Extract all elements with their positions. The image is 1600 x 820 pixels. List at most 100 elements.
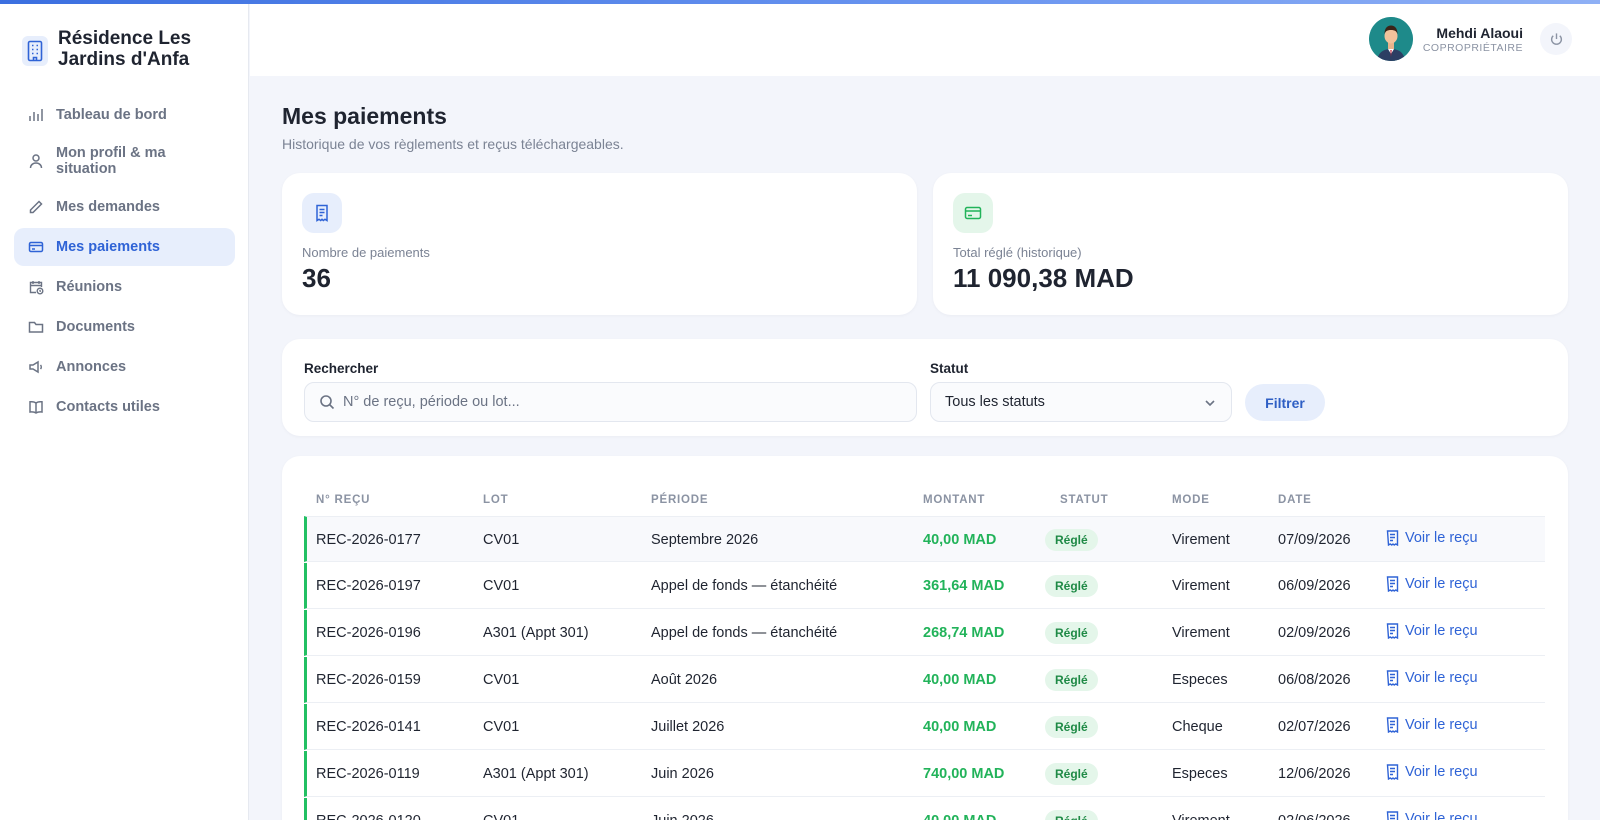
receipt-icon bbox=[1386, 811, 1399, 820]
receipt-icon bbox=[1386, 576, 1399, 592]
stat-card-total: Total réglé (historique) 11 090,38 MAD bbox=[933, 173, 1568, 315]
view-receipt-label: Voir le reçu bbox=[1405, 530, 1478, 546]
table-row[interactable]: REC-2026-0196 A301 (Appt 301) Appel de f… bbox=[304, 610, 1545, 656]
user-role: COPROPRIÉTAIRE bbox=[1422, 42, 1523, 54]
sidebar-item-label: Réunions bbox=[56, 279, 123, 295]
amount: 361,64 MAD bbox=[923, 578, 1005, 594]
receipt-icon bbox=[1386, 530, 1399, 546]
sidebar-item-reunions[interactable]: Réunions bbox=[14, 268, 235, 306]
view-receipt-link[interactable]: Voir le reçu bbox=[1386, 764, 1478, 780]
amount: 40,00 MAD bbox=[923, 672, 997, 688]
avatar[interactable] bbox=[1369, 17, 1413, 61]
payment-mode: Cheque bbox=[1172, 719, 1223, 735]
column-header-period[interactable]: PÉRIODE bbox=[651, 494, 708, 506]
page-title: Mes paiements bbox=[282, 103, 447, 129]
book-icon bbox=[29, 400, 43, 414]
sidebar-item-paiements[interactable]: Mes paiements bbox=[14, 228, 235, 266]
status-badge: Réglé bbox=[1045, 622, 1098, 644]
view-receipt-link[interactable]: Voir le reçu bbox=[1386, 623, 1478, 639]
top-accent-bar bbox=[0, 0, 1600, 4]
sidebar-nav: Tableau de bord Mon profil & ma situatio… bbox=[14, 96, 235, 428]
amount: 40,00 MAD bbox=[923, 532, 997, 548]
payments-table: N° REÇU LOT PÉRIODE MONTANT STATUT MODE … bbox=[282, 456, 1568, 820]
payment-mode: Virement bbox=[1172, 813, 1230, 820]
sidebar: Résidence Les Jardins d'Anfa Tableau de … bbox=[0, 4, 249, 820]
view-receipt-link[interactable]: Voir le reçu bbox=[1386, 811, 1478, 820]
sidebar-item-contacts[interactable]: Contacts utiles bbox=[14, 388, 235, 426]
search-input[interactable] bbox=[343, 394, 903, 410]
chevron-down-icon bbox=[1205, 400, 1215, 407]
column-header-amount[interactable]: MONTANT bbox=[923, 494, 985, 506]
amount: 40,00 MAD bbox=[923, 719, 997, 735]
table-row[interactable]: REC-2026-0177 CV01 Septembre 2026 40,00 … bbox=[304, 516, 1545, 562]
period: Août 2026 bbox=[651, 672, 718, 688]
logout-button[interactable] bbox=[1540, 23, 1572, 55]
filter-button[interactable]: Filtrer bbox=[1245, 384, 1325, 421]
table-row[interactable]: REC-2026-0119 A301 (Appt 301) Juin 2026 … bbox=[304, 751, 1545, 797]
sidebar-item-label: Annonces bbox=[56, 359, 127, 375]
sidebar-item-documents[interactable]: Documents bbox=[14, 308, 235, 346]
sidebar-item-label: Mes paiements bbox=[56, 239, 160, 255]
period: Juin 2026 bbox=[651, 813, 714, 820]
view-receipt-link[interactable]: Voir le reçu bbox=[1386, 530, 1478, 546]
user-name: Mehdi Alaoui bbox=[1436, 25, 1523, 41]
sidebar-item-tableau-de-bord[interactable]: Tableau de bord bbox=[14, 96, 235, 134]
table-row[interactable]: REC-2026-0141 CV01 Juillet 2026 40,00 MA… bbox=[304, 704, 1545, 750]
credit-card-icon bbox=[953, 193, 993, 233]
period: Appel de fonds — étanchéité bbox=[651, 578, 838, 594]
table-row[interactable]: REC-2026-0197 CV01 Appel de fonds — étan… bbox=[304, 563, 1545, 609]
view-receipt-label: Voir le reçu bbox=[1405, 670, 1478, 686]
receipt-icon bbox=[302, 193, 342, 233]
column-header-mode[interactable]: MODE bbox=[1172, 494, 1210, 506]
lot: CV01 bbox=[483, 813, 519, 820]
status-badge: Réglé bbox=[1045, 716, 1098, 738]
building-icon bbox=[22, 36, 48, 66]
sidebar-item-profil[interactable]: Mon profil & ma situation bbox=[14, 136, 235, 186]
view-receipt-label: Voir le reçu bbox=[1405, 576, 1478, 592]
column-header-date[interactable]: DATE bbox=[1278, 494, 1312, 506]
column-header-lot[interactable]: LOT bbox=[483, 494, 508, 506]
sidebar-item-demandes[interactable]: Mes demandes bbox=[14, 188, 235, 226]
status-badge: Réglé bbox=[1045, 810, 1098, 820]
view-receipt-label: Voir le reçu bbox=[1405, 811, 1478, 820]
brand[interactable]: Résidence Les Jardins d'Anfa bbox=[22, 28, 208, 70]
receipt-number: REC-2026-0159 bbox=[316, 672, 421, 688]
period: Septembre 2026 bbox=[651, 532, 759, 548]
sidebar-item-label: Documents bbox=[56, 319, 135, 335]
sidebar-item-label: Mes demandes bbox=[56, 199, 160, 215]
payment-date: 12/06/2026 bbox=[1278, 766, 1351, 782]
megaphone-icon bbox=[29, 360, 43, 374]
status-label: Statut bbox=[930, 361, 969, 376]
table-row[interactable]: REC-2026-0120 CV01 Juin 2026 40,00 MAD R… bbox=[304, 798, 1545, 820]
receipt-number: REC-2026-0141 bbox=[316, 719, 421, 735]
view-receipt-link[interactable]: Voir le reçu bbox=[1386, 717, 1478, 733]
payment-date: 02/06/2026 bbox=[1278, 813, 1351, 820]
table-row[interactable]: REC-2026-0159 CV01 Août 2026 40,00 MAD R… bbox=[304, 657, 1545, 703]
sidebar-item-annonces[interactable]: Annonces bbox=[14, 348, 235, 386]
calendar-clock-icon bbox=[29, 281, 44, 295]
view-receipt-label: Voir le reçu bbox=[1405, 764, 1478, 780]
column-header-receipt[interactable]: N° REÇU bbox=[316, 494, 370, 506]
period: Juin 2026 bbox=[651, 766, 714, 782]
receipt-number: REC-2026-0197 bbox=[316, 578, 421, 594]
pencil-icon bbox=[29, 200, 43, 214]
brand-name: Résidence Les Jardins d'Anfa bbox=[58, 28, 192, 70]
stat-value: 36 bbox=[302, 263, 331, 293]
view-receipt-link[interactable]: Voir le reçu bbox=[1386, 576, 1478, 592]
payment-mode: Virement bbox=[1172, 532, 1230, 548]
receipt-icon bbox=[1386, 670, 1399, 686]
column-header-status[interactable]: STATUT bbox=[1060, 494, 1108, 506]
lot: A301 (Appt 301) bbox=[483, 625, 589, 641]
folder-icon bbox=[28, 321, 44, 333]
search-icon bbox=[320, 395, 335, 410]
receipt-icon bbox=[1386, 623, 1399, 639]
view-receipt-link[interactable]: Voir le reçu bbox=[1386, 670, 1478, 686]
lot: CV01 bbox=[483, 578, 520, 594]
status-select[interactable]: Tous les statuts bbox=[930, 382, 1232, 422]
payment-date: 02/09/2026 bbox=[1278, 625, 1351, 641]
stat-label: Nombre de paiements bbox=[302, 245, 430, 260]
receipt-icon bbox=[1386, 764, 1399, 780]
receipt-number: REC-2026-0119 bbox=[316, 766, 420, 782]
search-field[interactable] bbox=[304, 382, 917, 422]
top-header: Mehdi Alaoui COPROPRIÉTAIRE bbox=[250, 4, 1600, 76]
